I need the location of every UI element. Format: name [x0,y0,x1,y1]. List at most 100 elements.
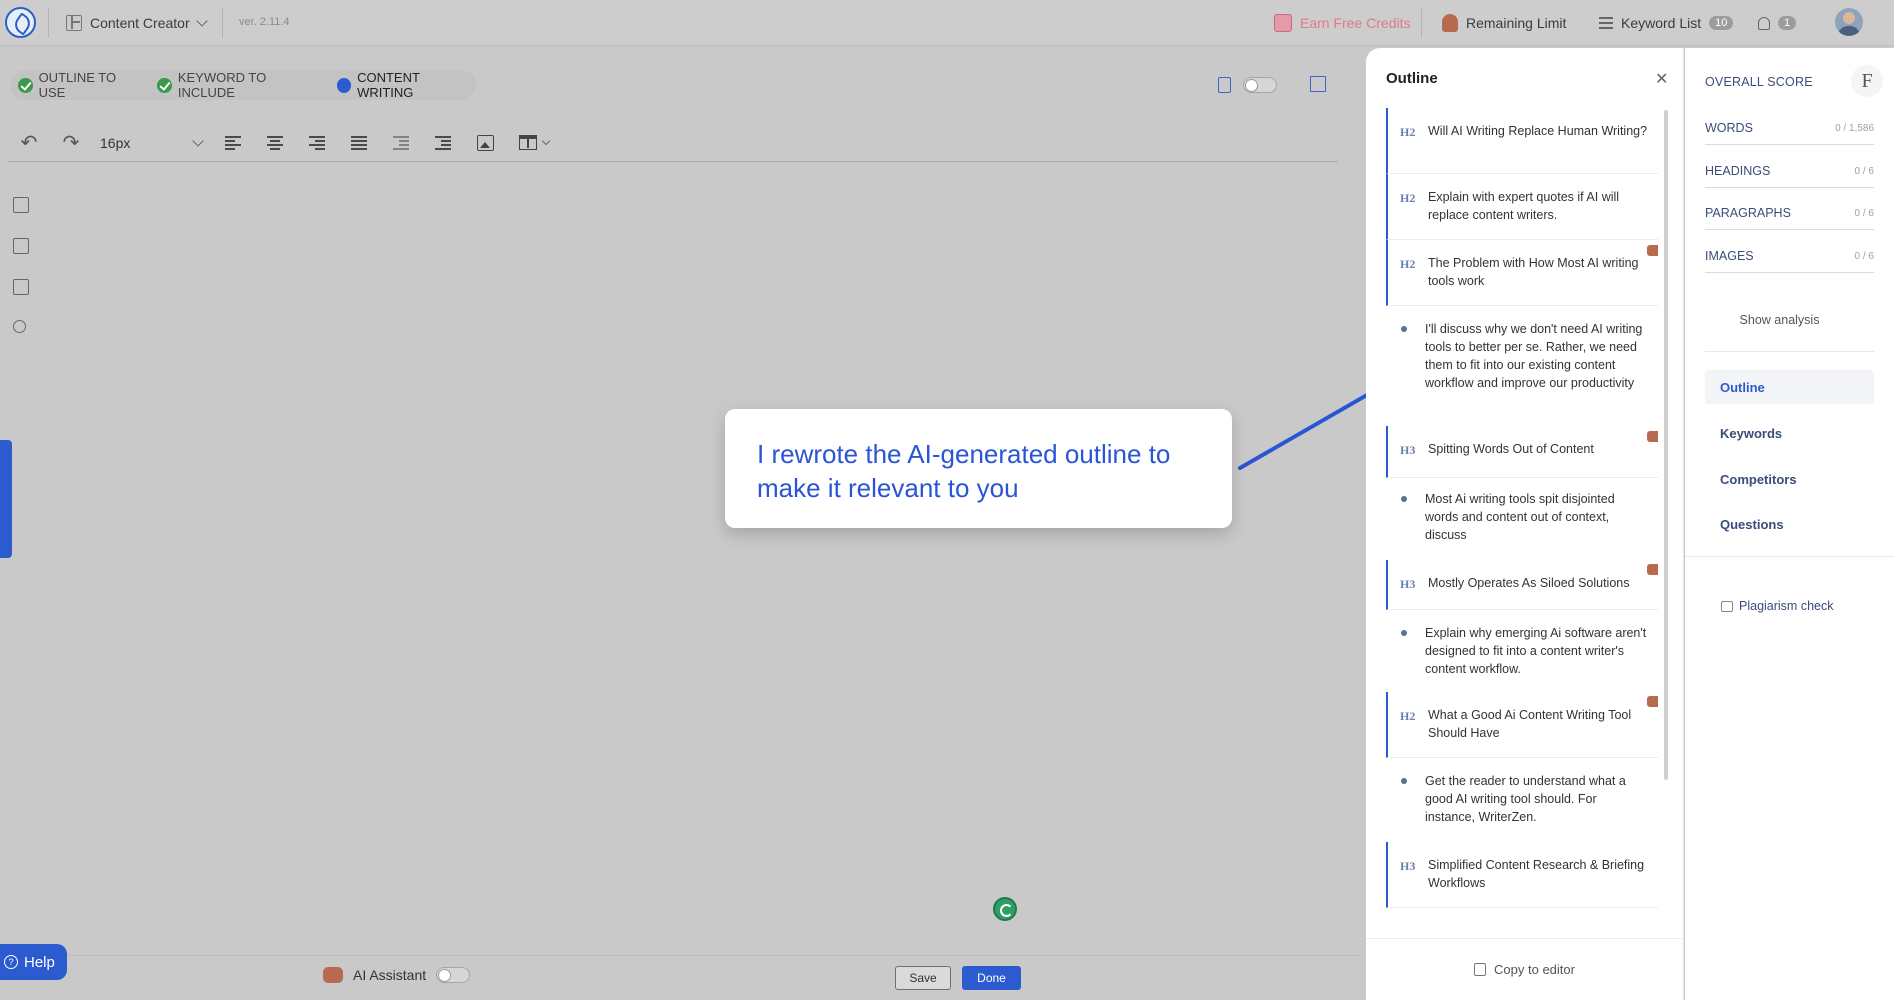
bell-icon [1758,16,1770,30]
outline-item[interactable]: H2 Explain with expert quotes if AI will… [1386,174,1658,240]
heading-tag: H2 [1400,709,1416,723]
outline-item-text: What a Good Ai Content Writing Tool Shou… [1428,708,1632,740]
metric-value: 0 / 1,586 [1835,123,1874,134]
bullet-icon [1401,630,1407,636]
remaining-limit-link[interactable]: Remaining Limit [1442,13,1566,33]
user-avatar[interactable] [1835,8,1863,36]
outline-item[interactable]: H3 Spitting Words Out of Content [1386,426,1658,478]
step-label: CONTENT WRITING [357,70,420,100]
nav-questions[interactable]: Questions [1705,507,1874,541]
divider [1705,351,1874,352]
metric-label: IMAGES [1705,249,1754,263]
save-button[interactable]: Save [895,966,951,990]
plagiarism-check-button[interactable]: Plagiarism check [1721,599,1833,613]
metric-label: WORDS [1705,121,1753,135]
outline-item[interactable]: Get the reader to understand what a good… [1386,758,1658,842]
ai-assistant-toggle[interactable] [436,967,471,983]
divider [222,8,223,38]
notifications-button[interactable]: 1 [1758,13,1797,33]
heading-tag: H2 [1400,257,1416,271]
insert-image-button[interactable] [464,127,506,159]
metric-label: PARAGRAPHS [1705,206,1791,220]
keyword-list-label: Keyword List [1621,15,1702,31]
grammar-check-icon[interactable] [993,897,1017,921]
edit-icon[interactable] [13,279,29,295]
app-logo-icon[interactable] [5,7,36,38]
outline-panel: Outline ✕ H2 Will AI Writing Replace Hum… [1366,48,1684,1000]
outline-item[interactable]: H3 Mostly Operates As Siloed Solutions [1386,560,1658,610]
done-button[interactable]: Done [962,966,1021,990]
justify-button[interactable] [338,127,380,159]
heading-tag: H3 [1400,577,1416,591]
bullet-icon [1401,778,1407,784]
export-icon[interactable] [13,238,29,254]
font-size-select[interactable]: 16px [92,127,212,159]
view-toggle[interactable] [1243,77,1277,93]
outdent-button[interactable] [380,127,422,159]
copy-to-editor-label: Copy to editor [1494,962,1575,977]
step-outline[interactable]: OUTLINE TO USE [18,70,143,100]
ai-generated-icon [1647,431,1658,442]
check-icon [18,77,33,93]
outline-item[interactable]: Explain why emerging Ai software aren't … [1386,610,1658,692]
divider [1685,556,1894,557]
align-right-button[interactable] [296,127,338,159]
check-icon [157,77,172,93]
align-center-icon [267,135,283,150]
outline-item[interactable]: H2 What a Good Ai Content Writing Tool S… [1386,692,1658,758]
keyword-list-link[interactable]: Keyword List 10 [1599,13,1734,33]
bank-icon[interactable] [1310,76,1326,92]
bullet-icon [1401,496,1407,502]
nav-keywords[interactable]: Keywords [1705,416,1874,450]
nav-outline[interactable]: Outline [1705,370,1874,404]
outline-list: H2 Will AI Writing Replace Human Writing… [1386,108,1658,968]
step-keywords[interactable]: KEYWORD TO INCLUDE [157,70,322,100]
app-switcher[interactable]: Content Creator [66,13,208,33]
outline-item-text: Explain with expert quotes if AI will re… [1428,190,1620,222]
insert-table-button[interactable] [506,127,562,159]
notification-count-badge: 1 [1778,16,1797,30]
overall-score-title: OVERALL SCORE [1705,75,1813,89]
image-icon [476,134,494,151]
align-center-button[interactable] [254,127,296,159]
outline-item[interactable]: I'll discuss why we don't need AI writin… [1386,306,1658,426]
annotation-callout: I rewrote the AI-generated outline to ma… [725,409,1232,528]
side-drawer-tab[interactable] [0,440,12,558]
outline-item[interactable]: H2 Will AI Writing Replace Human Writing… [1386,108,1658,174]
close-icon[interactable]: ✕ [1655,69,1668,89]
outline-scrollbar[interactable] [1664,110,1668,780]
score-grade: F [1851,65,1883,97]
outline-item-text: Mostly Operates As Siloed Solutions [1428,576,1630,590]
chevron-down-icon [541,136,551,145]
import-icon[interactable] [13,197,29,213]
redo-button[interactable]: ↷ [50,127,92,159]
show-analysis-link[interactable]: Show analysis [1685,313,1874,327]
step-label: OUTLINE TO USE [38,70,117,100]
step-content-writing[interactable]: CONTENT WRITING [336,70,476,100]
ai-generated-icon [1647,564,1658,575]
plagiarism-icon [1721,600,1733,612]
heading-tag: H3 [1400,859,1416,873]
outline-item-text: Spitting Words Out of Content [1428,442,1594,456]
justify-icon [351,135,367,150]
metric-value: 0 / 6 [1854,166,1874,177]
font-size-value: 16px [100,134,131,151]
document-icon [1218,77,1231,93]
outline-item-text: Most Ai writing tools spit disjointed wo… [1425,492,1615,542]
limit-icon [1442,14,1458,32]
share-icon[interactable] [13,320,26,333]
earn-credits-link[interactable]: Earn Free Credits [1274,13,1410,33]
undo-button[interactable]: ↶ [8,127,50,159]
robot-icon [323,967,343,983]
callout-text: I rewrote the AI-generated outline to ma… [757,439,1171,503]
outline-item[interactable]: Most Ai writing tools spit disjointed wo… [1386,478,1658,560]
outline-item[interactable]: H3 Simplified Content Research & Briefin… [1386,842,1658,908]
outline-item[interactable]: H2 The Problem with How Most AI writing … [1386,240,1658,306]
ai-generated-icon [1647,245,1658,256]
outline-item-text: The Problem with How Most AI writing too… [1428,256,1639,288]
nav-competitors[interactable]: Competitors [1705,462,1874,496]
copy-to-editor-button[interactable]: Copy to editor [1366,938,1683,1000]
help-button[interactable]: ? Help [0,944,67,980]
indent-button[interactable] [422,127,464,159]
align-left-button[interactable] [212,127,254,159]
